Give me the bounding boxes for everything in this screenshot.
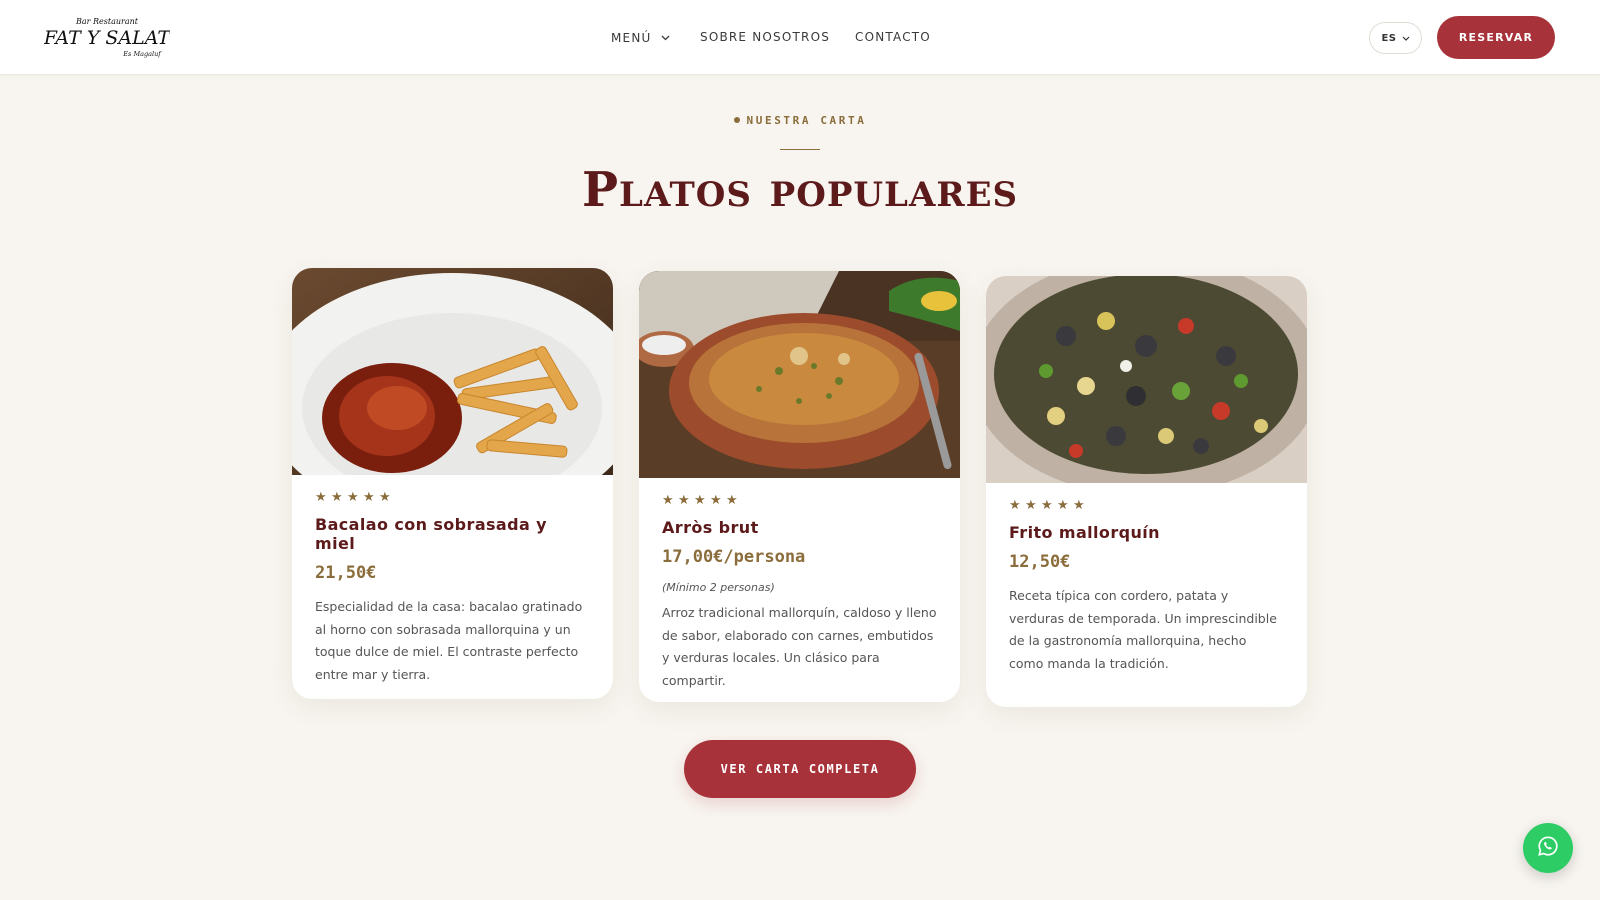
star-icon: ★ [1025,498,1037,513]
star-icon: ★ [1041,498,1053,513]
dish-photo [639,271,960,478]
dish-price: 12,50€ [1009,552,1071,572]
whatsapp-icon [1537,835,1559,861]
star-icon: ★ [331,490,343,505]
star-icon: ★ [347,490,359,505]
whatsapp-button[interactable] [1523,823,1573,873]
eyebrow-label: NUESTRA CARTA [746,114,867,127]
bullet-dot-icon [733,117,740,123]
star-icon: ★ [1073,498,1085,513]
star-icon: ★ [710,493,722,508]
dish-name: Frito mallorquín [1009,523,1160,542]
nav-contact-link[interactable]: CONTACTO [855,30,931,44]
dish-photo [986,276,1307,483]
dish-description: Arroz tradicional mallorquín, caldoso y … [662,605,937,688]
heading-divider [780,149,820,150]
nav-about-link[interactable]: SOBRE NOSOTROS [700,30,830,44]
dish-price: 17,00€/persona [662,547,806,567]
dish-card[interactable]: ★ ★ ★ ★ ★ Frito mallorquín 12,50€ Receta… [986,276,1307,707]
dish-description: Especialidad de la casa: bacalao gratina… [315,599,583,682]
chevron-down-icon [1402,33,1410,44]
rating-stars: ★ ★ ★ ★ ★ [662,494,937,510]
rating-stars: ★ ★ ★ ★ ★ [1009,499,1284,515]
rating-stars: ★ ★ ★ ★ ★ [315,491,590,507]
star-icon: ★ [379,490,391,505]
dish-note: (Mínimo 2 personas) [662,581,775,594]
reserve-button[interactable]: RESERVAR [1437,16,1555,59]
main-nav: MENÚ SOBRE NOSOTROS CONTACTO [0,0,1600,75]
dish-card[interactable]: ★ ★ ★ ★ ★ Arròs brut 17,00€/persona (Mín… [639,271,960,702]
language-selector[interactable]: ES [1369,22,1422,54]
star-icon: ★ [1057,498,1069,513]
dish-description: Receta típica con cordero, patata y verd… [1009,588,1277,671]
full-menu-button[interactable]: VER CARTA COMPLETA [684,740,916,798]
star-icon: ★ [726,493,738,508]
star-icon: ★ [662,493,674,508]
dish-name: Arròs brut [662,518,759,537]
star-icon: ★ [363,490,375,505]
chevron-down-icon [661,30,670,44]
star-icon: ★ [1009,498,1021,513]
dish-photo [292,268,613,475]
dish-name: Bacalao con sobrasada y miel [315,515,547,553]
dish-price: 21,50€ [315,563,377,583]
nav-menu-label: MENÚ [611,31,652,45]
star-icon: ★ [694,493,706,508]
section-eyebrow: NUESTRA CARTA [0,114,1600,127]
star-icon: ★ [315,490,327,505]
section-title: Platos populares [581,162,1019,218]
site-header: Bar Restaurant FAT Y SALAT Es Magaluf ME… [0,0,1600,75]
dish-card[interactable]: ★ ★ ★ ★ ★ Bacalao con sobrasada y miel 2… [292,268,613,699]
star-icon: ★ [678,493,690,508]
nav-menu-dropdown[interactable]: MENÚ [611,30,670,45]
language-label: ES [1381,32,1397,44]
